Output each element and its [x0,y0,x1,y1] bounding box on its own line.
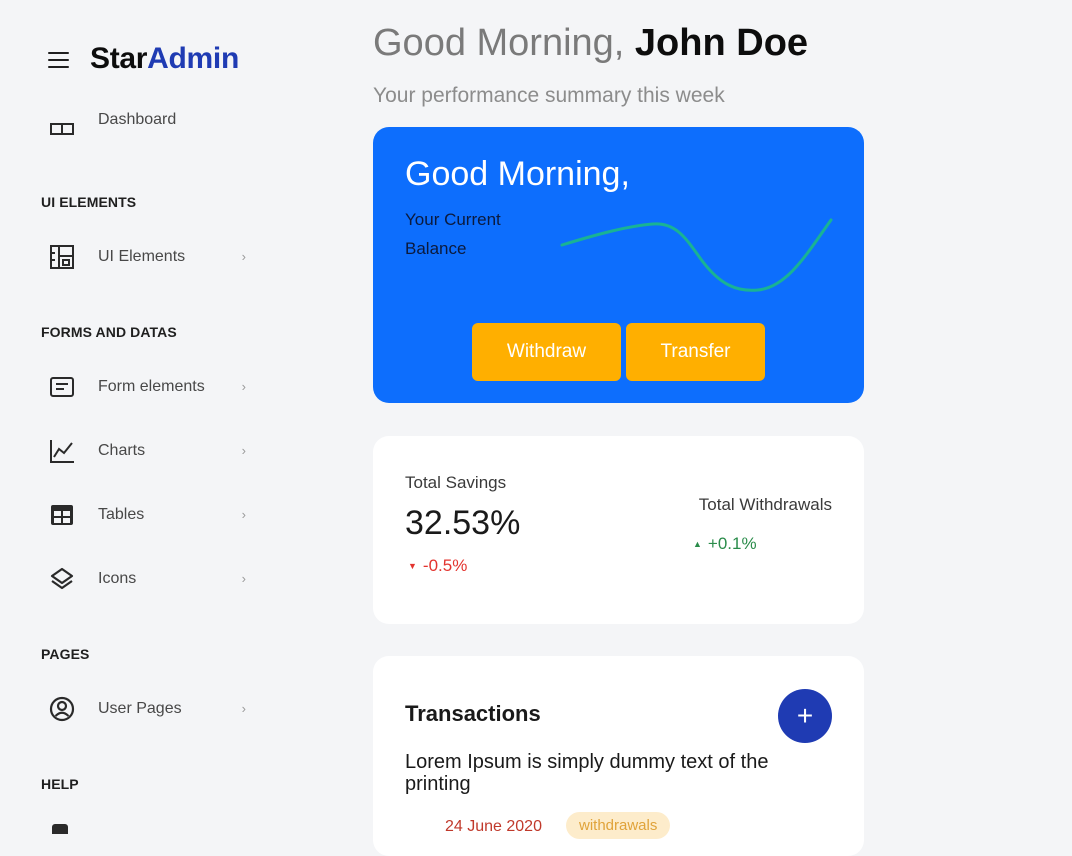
savings-delta-value: -0.5% [422,556,468,575]
sidebar-item-label: User Pages [98,700,182,717]
chevron-right-icon: › [241,379,246,394]
table-icon [48,501,76,529]
chevron-right-icon: › [241,249,246,264]
arrow-down-icon: ▼ [408,561,417,571]
section-title-help: HELP [41,776,79,792]
sidebar-item-dashboard[interactable]: Dashboard [48,111,248,141]
transfer-button[interactable]: Transfer [626,323,765,381]
total-withdrawals-label: Total Withdrawals [698,495,832,514]
balance-card-title: Good Morning, [405,155,630,193]
brand-part-2: Admin [147,42,239,75]
total-savings-value: 32.53% [405,504,521,542]
sidebar-item-form-elements[interactable]: Form elements › [48,371,248,403]
add-transaction-button[interactable]: + [778,689,832,743]
greeting-text: Good Morning, [373,22,635,64]
sidebar-item-charts[interactable]: Charts › [48,435,248,467]
sidebar-item-label: Form elements [98,378,205,395]
total-savings-label: Total Savings [405,473,507,492]
sidebar-item-tables[interactable]: Tables › [48,499,248,531]
help-item-icon[interactable] [52,824,68,834]
chevron-right-icon: › [241,571,246,586]
sidebar-item-ui-elements[interactable]: UI Elements › [48,241,248,273]
withdrawals-delta-value: +0.1% [707,534,757,553]
dashboard-icon [48,111,76,137]
chevron-right-icon: › [241,507,246,522]
form-icon [48,373,76,401]
sidebar-item-label: Dashboard [98,111,177,128]
user-circle-icon [48,695,76,723]
balance-sparkline [560,218,833,292]
savings-card: Total Savings 32.53% ▼ -0.5% Total Withdr… [373,436,864,624]
sidebar-item-icons[interactable]: Icons › [48,563,248,595]
balance-card: Good Morning, Your Current Balance Withd… [373,127,864,403]
menu-toggle-icon[interactable] [48,52,69,70]
section-title-forms: FORMS AND DATAS [41,324,177,340]
withdraw-button[interactable]: Withdraw [472,323,621,381]
user-name: John Doe [634,22,809,64]
transaction-description: Lorem Ipsum is simply dummy text of the … [405,751,769,795]
sidebar-item-label: Charts [98,442,146,459]
brand-logo[interactable]: StarAdmin [90,42,239,76]
transactions-card: Transactions + Lorem Ipsum is simply dum… [373,656,864,856]
sidebar-item-label: Tables [98,506,145,523]
page-subtitle: Your performance summary this week [373,84,725,107]
transaction-date: 24 June 2020 [445,818,542,835]
arrow-up-icon: ▲ [693,539,702,549]
total-withdrawals-delta: ▲ +0.1% [693,534,757,554]
chevron-right-icon: › [241,701,246,716]
sidebar-item-label: UI Elements [98,248,186,265]
sidebar-item-label: Icons [98,570,137,587]
layout-icon [48,243,76,271]
total-savings-delta: ▼ -0.5% [408,556,467,576]
section-title-ui-elements: UI ELEMENTS [41,194,137,210]
status-badge: withdrawals [566,812,671,839]
sidebar: StarAdmin Dashboard UI ELEMENTS UI Eleme… [0,0,290,834]
sidebar-item-user-pages[interactable]: User Pages › [48,693,248,725]
chevron-right-icon: › [241,443,246,458]
balance-label: Your Current Balance [405,210,501,258]
layers-icon [48,565,76,593]
transactions-title: Transactions [405,701,541,726]
page-title: Good Morning, John Doe [373,22,808,65]
brand-part-1: Star [90,42,148,75]
chart-line-icon [48,437,76,465]
section-title-pages: PAGES [41,646,90,662]
